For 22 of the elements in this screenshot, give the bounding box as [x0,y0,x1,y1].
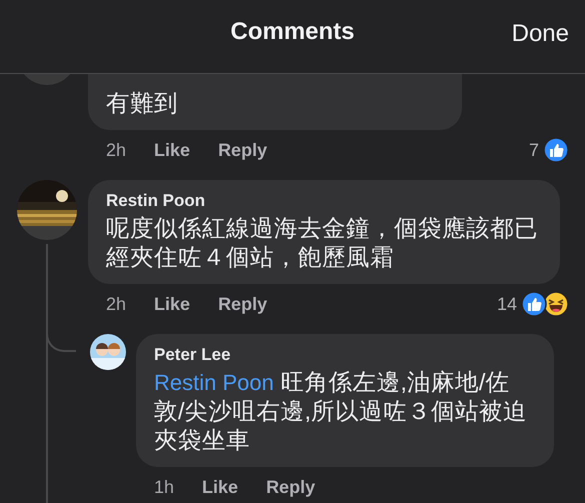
mention-link[interactable]: Restin Poon [154,370,274,395]
author-name[interactable]: Peter Lee [154,345,536,365]
comment-time: 1h [154,476,174,498]
like-button[interactable]: Like [154,294,190,314]
comment-text: 有難到 [106,89,179,118]
reply-button[interactable]: Reply [218,140,268,160]
comment-text: 呢度似係紅線過海去金鐘，個袋應該都已經夾住咗４個站，飽歷風霜 [106,214,539,272]
page-title: Comments [230,18,355,46]
like-button[interactable]: Like [154,140,190,160]
done-button[interactable]: Done [512,20,569,48]
reply-button[interactable]: Reply [266,476,316,498]
comment-text: Restin Poon 旺角係左邊,油麻地/佐敦/尖沙咀右邊,所以過咗３個站被迫夾袋坐車 [154,368,528,455]
laughing-face-icon [543,291,569,317]
thumbs-up-icon [521,291,547,317]
comment-time: 2h [106,140,126,160]
reply-button[interactable]: Reply [218,294,268,314]
thumbs-up-icon [543,137,569,163]
like-button[interactable]: Like [202,476,238,498]
reaction-count: 7 [528,140,539,160]
comment-time: 2h [106,294,126,314]
author-name[interactable]: Restin Poon [106,191,542,211]
reaction-count: 14 [496,294,517,314]
